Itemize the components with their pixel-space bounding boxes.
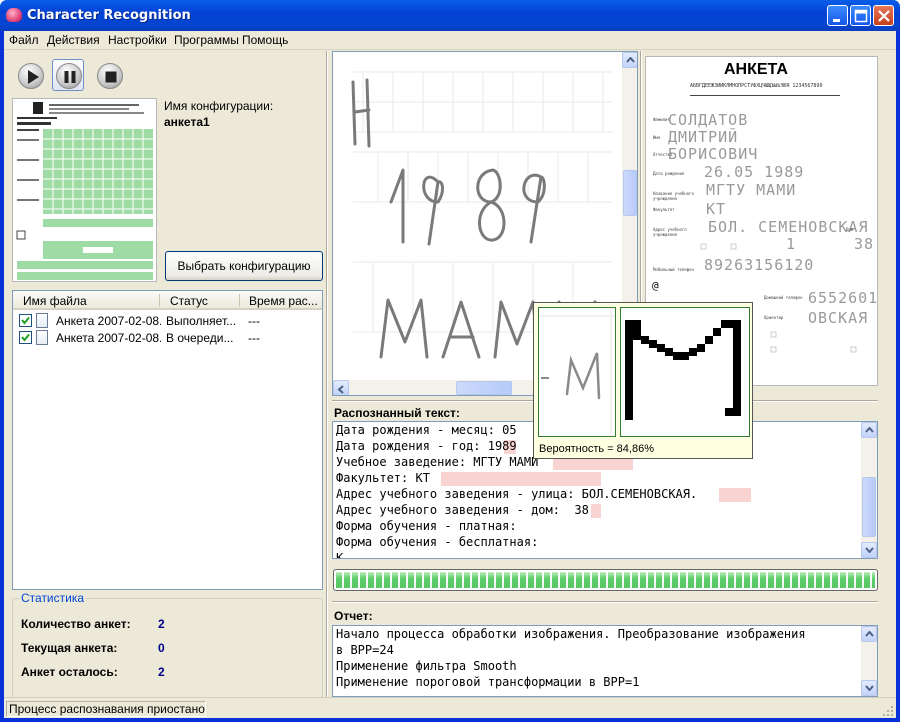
play-button[interactable] <box>14 59 46 91</box>
report-line: Применение фильтра Smooth <box>336 659 517 673</box>
select-config-button[interactable]: Выбрать конфигурацию <box>165 251 323 281</box>
stat-remaining-value: 2 <box>158 665 165 679</box>
scroll-left-button[interactable] <box>333 380 349 395</box>
scroll-thumb[interactable] <box>623 170 637 216</box>
document-icon <box>36 313 48 328</box>
maximize-icon <box>854 9 868 23</box>
uncertain-highlight <box>719 488 751 502</box>
row-checkbox[interactable] <box>19 331 32 344</box>
app-window: Character Recognition Файл Действия Наст… <box>0 0 900 722</box>
recognized-line: Форма обучения - платная: <box>336 519 517 533</box>
scroll-up-button[interactable] <box>861 422 877 438</box>
recognized-line: К... <box>336 551 365 559</box>
title-bar[interactable]: Character Recognition <box>0 0 900 31</box>
menu-actions[interactable]: Действия <box>47 33 100 47</box>
config-thumbnail <box>12 98 157 282</box>
stop-icon <box>97 63 123 89</box>
file-status: В очереди... <box>166 331 234 345</box>
uncertain-highlight <box>441 472 601 486</box>
character-bitmap <box>620 307 750 437</box>
status-bar: Процесс распознавания приостановлен <box>4 697 896 718</box>
column-status[interactable]: Статус <box>170 294 208 308</box>
recognized-line: Дата рождения - месяц: 05 <box>336 423 517 437</box>
client-area: Файл Действия Настройки Программы Помощь <box>4 31 896 718</box>
file-name: Анкета 2007-02-08... <box>56 331 161 345</box>
report-title: Отчет: <box>334 609 373 623</box>
file-time: --- <box>248 314 260 328</box>
scroll-thumb[interactable] <box>456 381 512 395</box>
recognized-line: Факультет: КТ <box>336 471 430 485</box>
stat-current-value: 0 <box>158 641 165 655</box>
minimize-icon <box>833 19 840 22</box>
menu-programs[interactable]: Программы <box>174 33 239 47</box>
file-row[interactable]: Анкета 2007-02-08... Выполняет... --- <box>13 313 322 329</box>
menu-settings[interactable]: Настройки <box>108 33 167 47</box>
report-text-box[interactable]: Начало процесса обработки изображения. П… <box>332 625 878 697</box>
brain-icon <box>6 8 22 22</box>
status-text: Процесс распознавания приостановлен <box>6 701 206 717</box>
resize-grip-icon[interactable] <box>882 705 894 717</box>
scroll-down-button[interactable] <box>861 542 877 558</box>
file-status: Выполняет... <box>166 314 237 328</box>
config-name: анкета1 <box>164 115 210 129</box>
recognized-line: Адрес учебного заведения - улица: БОЛ.СЕ… <box>336 487 698 501</box>
menu-help[interactable]: Помощь <box>242 33 288 47</box>
uncertain-highlight <box>591 504 601 518</box>
progress-fill <box>336 572 875 588</box>
stat-current-label: Текущая анкета: <box>21 641 118 655</box>
scroll-down-button[interactable] <box>861 680 877 696</box>
minimize-button[interactable] <box>827 5 848 26</box>
column-separator[interactable] <box>159 294 160 307</box>
report-line: Начало процесса обработки изображения. П… <box>336 627 806 641</box>
file-name: Анкета 2007-02-08... <box>56 314 161 328</box>
statistics-title: Статистика <box>19 591 87 605</box>
recognized-line: Учебное заведение: МГТУ МАМИ <box>336 455 539 469</box>
probability-label: Вероятность = 84,86% <box>539 443 654 455</box>
character-zoom-popup: Вероятность = 84,86% <box>533 302 753 459</box>
recognized-scrollbar[interactable] <box>861 422 877 558</box>
report-line: Применение пороговой трансформации в BPP… <box>336 675 640 689</box>
column-time[interactable]: Время рас... <box>249 294 318 308</box>
close-button[interactable] <box>873 5 894 26</box>
file-list[interactable]: Имя файла Статус Время рас... Анкета 200… <box>12 290 323 590</box>
close-icon <box>878 10 890 22</box>
window-title: Character Recognition <box>27 8 191 23</box>
row-checkbox[interactable] <box>19 314 32 327</box>
vertical-splitter[interactable] <box>326 51 328 697</box>
stat-total-label: Количество анкет: <box>21 617 131 631</box>
stat-remaining-label: Анкет осталось: <box>21 665 118 679</box>
menu-bar: Файл Действия Настройки Программы Помощь <box>4 31 896 50</box>
play-icon <box>18 63 44 89</box>
horizontal-splitter[interactable] <box>332 601 878 603</box>
report-line: в BPP=24 <box>336 643 394 657</box>
report-scrollbar[interactable] <box>861 626 877 696</box>
file-time: --- <box>248 331 260 345</box>
menu-file[interactable]: Файл <box>9 33 39 47</box>
maximize-button[interactable] <box>850 5 871 26</box>
scroll-up-button[interactable] <box>622 52 637 68</box>
file-list-header: Имя файла Статус Время рас... <box>13 291 322 310</box>
recognized-line: Форма обучения - бесплатная: <box>336 535 539 549</box>
pause-button[interactable] <box>52 59 84 91</box>
stat-total-value: 2 <box>158 617 165 631</box>
scroll-up-button[interactable] <box>861 626 877 642</box>
document-icon <box>36 330 48 345</box>
recognition-progress-bar <box>333 569 878 591</box>
pause-icon <box>56 63 82 89</box>
character-scan-crop <box>538 307 616 437</box>
scroll-thumb[interactable] <box>862 477 876 537</box>
file-row[interactable]: Анкета 2007-02-08... В очереди... --- <box>13 330 322 346</box>
recognized-line: Адрес учебного заведения - дом: 38 <box>336 503 589 517</box>
column-file-name[interactable]: Имя файла <box>23 294 87 308</box>
recognized-line: Дата рождения - год: 1989 <box>336 439 517 453</box>
column-separator[interactable] <box>239 294 240 307</box>
recognized-title: Распознанный текст: <box>334 406 460 420</box>
form-thumbnail-image <box>16 102 153 280</box>
config-label: Имя конфигурации: <box>164 99 274 113</box>
stop-button[interactable] <box>93 59 125 91</box>
